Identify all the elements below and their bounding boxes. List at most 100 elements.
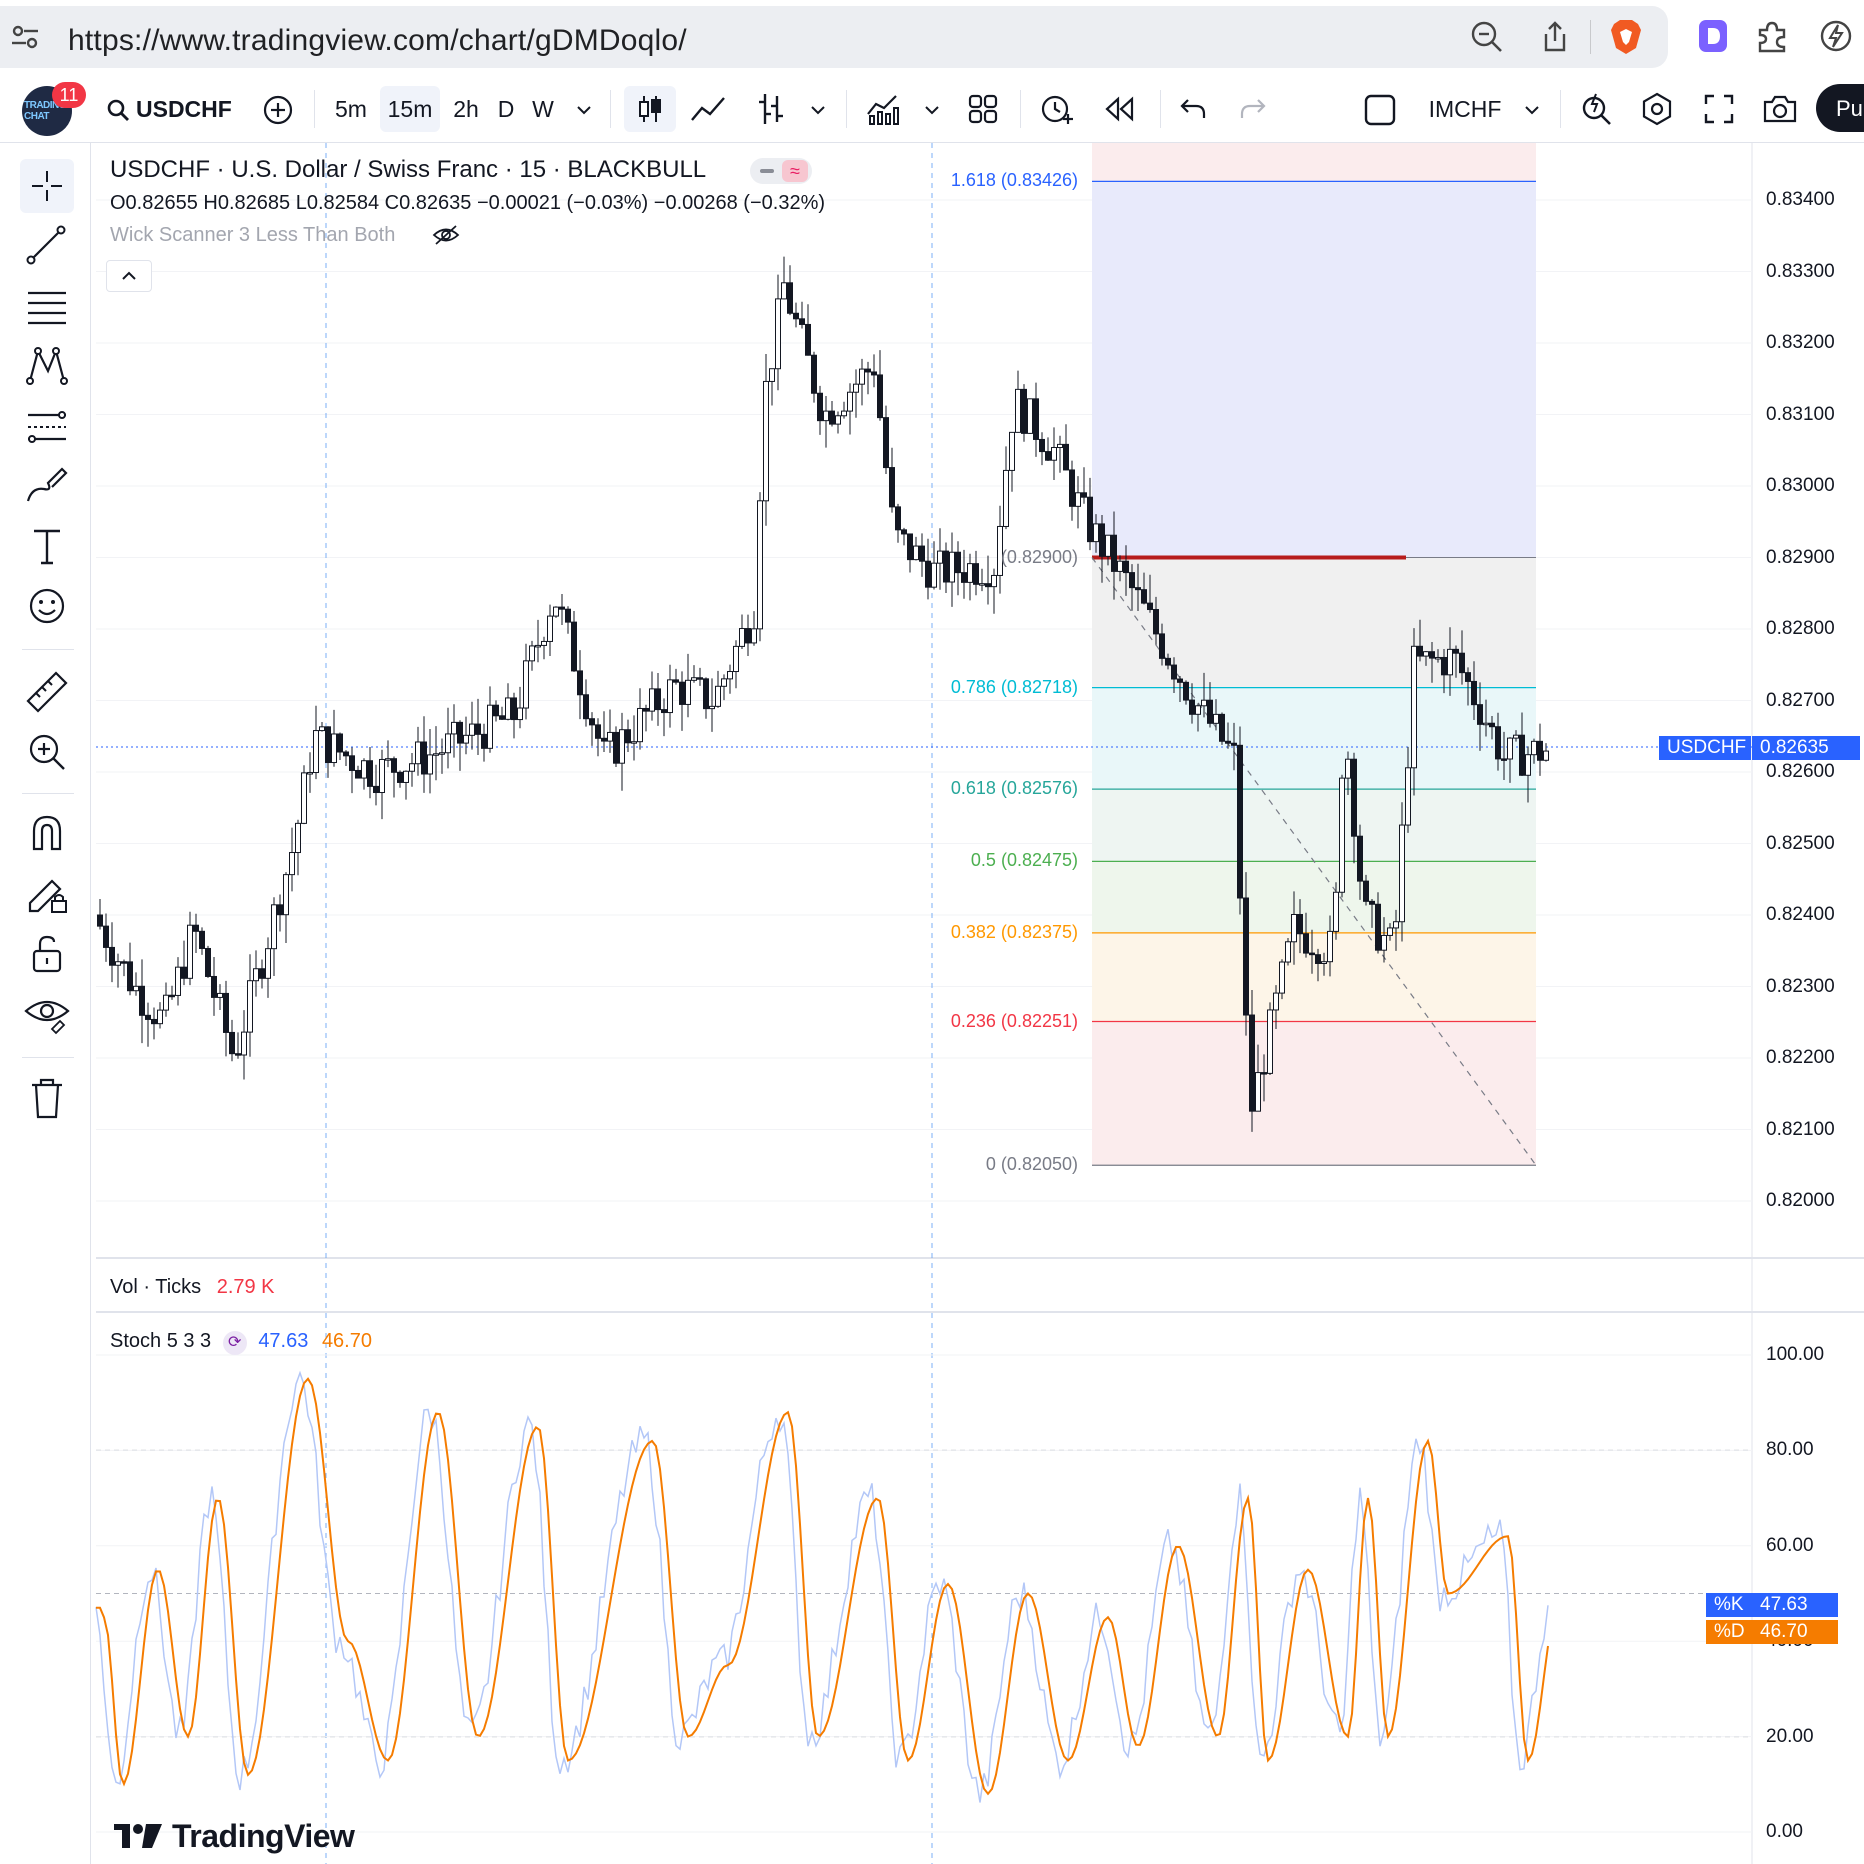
candle-body [769, 368, 775, 382]
trash-remove-icon[interactable] [22, 1073, 72, 1123]
candle-body [1147, 602, 1153, 611]
candle-body [1423, 651, 1429, 657]
layout-grid-icon[interactable] [968, 94, 998, 124]
indicator-legend[interactable]: Wick Scanner 3 Less Than Both [110, 224, 395, 247]
candle-body [1351, 758, 1357, 837]
price-axis-label: 0.82000 [1766, 1190, 1835, 1211]
candle-body [697, 677, 703, 680]
chevron-down-icon[interactable] [1524, 104, 1540, 116]
fib-level-label: 1.618 (0.83426) [950, 170, 1078, 191]
interval-5m[interactable]: 5m [326, 86, 376, 132]
forecasting-tool-icon[interactable] [22, 401, 72, 451]
magnet-icon[interactable] [22, 809, 72, 859]
candle-body [1345, 758, 1351, 779]
candle-body [1453, 648, 1459, 654]
candle-body [1207, 699, 1213, 724]
lock-drawings-icon[interactable] [22, 929, 72, 979]
compare-add-icon[interactable] [262, 94, 294, 126]
site-settings-icon[interactable] [8, 20, 42, 54]
stoch-legend[interactable]: Stoch 5 3 3 ⟳ 47.63 46.70 [110, 1330, 372, 1355]
compare-checkbox-icon[interactable] [1364, 94, 1396, 126]
brush-icon[interactable] [22, 461, 72, 511]
address-bar[interactable]: https://www.tradingview.com/chart/gDMDoq… [0, 6, 1668, 68]
chevron-down-icon[interactable] [924, 104, 940, 116]
candle-body [1507, 737, 1513, 760]
chevron-down-icon[interactable] [576, 104, 592, 116]
bar-chart-icon[interactable] [756, 92, 786, 126]
hidden-eye-icon[interactable] [432, 224, 460, 246]
quick-search-icon[interactable] [1580, 92, 1614, 126]
brave-shields-icon[interactable] [1608, 18, 1644, 56]
candle-body [463, 734, 469, 744]
camera-snapshot-icon[interactable] [1762, 94, 1798, 124]
undo-icon[interactable] [1178, 96, 1208, 122]
candle-body [1165, 657, 1171, 666]
volume-legend[interactable]: Vol · Ticks 2.79 K [110, 1276, 275, 1299]
compare-symbol[interactable]: IMCHF [1420, 86, 1510, 132]
alert-clock-icon[interactable] [1040, 92, 1074, 126]
address-bar-divider [1590, 20, 1591, 54]
candle-body [157, 1009, 163, 1025]
stoch-axis-label: 100.00 [1766, 1344, 1825, 1365]
indicators-icon[interactable] [866, 92, 900, 126]
candle-body [721, 678, 727, 687]
candle-body [565, 608, 571, 623]
ruler-measure-icon[interactable] [22, 667, 72, 717]
candle-body [253, 968, 259, 982]
candle-body [367, 760, 373, 787]
legend-collapse-button[interactable] [106, 260, 152, 292]
candle-body [187, 924, 193, 979]
candle-body [1339, 777, 1345, 893]
candle-body [1243, 897, 1249, 1016]
zoom-in-icon[interactable] [22, 727, 72, 777]
candle-body [1519, 734, 1525, 776]
replay-rewind-icon[interactable] [1104, 96, 1136, 122]
symbol-button[interactable]: USDCHF [136, 86, 246, 132]
leo-assistant-icon[interactable] [1818, 18, 1854, 54]
interval-d[interactable]: D [492, 86, 520, 132]
drawing-mode-lock-icon[interactable] [22, 869, 72, 919]
candle-body [151, 1018, 157, 1025]
chevron-down-icon[interactable] [810, 104, 826, 116]
candles-chart-type-button[interactable] [624, 86, 676, 132]
candle-body [823, 410, 829, 422]
candle-body [1495, 726, 1501, 760]
candle-body [1387, 927, 1393, 936]
text-tool-icon[interactable] [22, 521, 72, 571]
interval-15m[interactable]: 15m [380, 86, 440, 132]
trend-line-icon[interactable] [22, 221, 72, 271]
candle-body [109, 946, 115, 966]
legend-collapse-toggle[interactable]: ≈ [750, 158, 812, 184]
interval-w[interactable]: W [526, 86, 560, 132]
zoom-out-icon[interactable] [1470, 20, 1504, 54]
crosshair-tool[interactable] [20, 159, 74, 213]
share-icon[interactable] [1538, 20, 1572, 54]
candle-body [1297, 913, 1303, 935]
stoch-axis-label: 60.00 [1766, 1534, 1814, 1556]
horizontal-lines-icon[interactable] [22, 281, 72, 331]
emoji-smile-icon[interactable] [22, 581, 72, 631]
line-chart-icon[interactable] [690, 94, 726, 124]
settings-hexagon-icon[interactable] [1640, 92, 1674, 126]
extension-d-icon[interactable] [1696, 18, 1730, 54]
candle-body [841, 410, 847, 417]
fullscreen-icon[interactable] [1704, 94, 1734, 124]
symbol-search-icon[interactable] [106, 98, 130, 122]
extensions-puzzle-icon[interactable] [1754, 18, 1790, 54]
candle-body [1441, 656, 1447, 676]
candle-body [535, 644, 541, 648]
candle-body [1525, 754, 1531, 776]
hide-drawings-eye-icon[interactable] [22, 989, 72, 1039]
pattern-tool-icon[interactable] [22, 341, 72, 391]
fib-trend-line [1091, 557, 1537, 1166]
candle-body [1009, 431, 1015, 471]
redo-icon[interactable] [1238, 96, 1268, 122]
candle-body [145, 1014, 151, 1020]
candle-body [751, 628, 757, 644]
publish-button[interactable]: Pu [1816, 84, 1864, 132]
candle-body [673, 679, 679, 683]
interval-2h[interactable]: 2h [444, 86, 488, 132]
url-text[interactable]: https://www.tradingview.com/chart/gDMDoq… [68, 24, 687, 58]
candle-body [1405, 767, 1411, 826]
symbol-legend-title[interactable]: USDCHF · U.S. Dollar / Swiss Franc · 15 … [110, 156, 706, 184]
